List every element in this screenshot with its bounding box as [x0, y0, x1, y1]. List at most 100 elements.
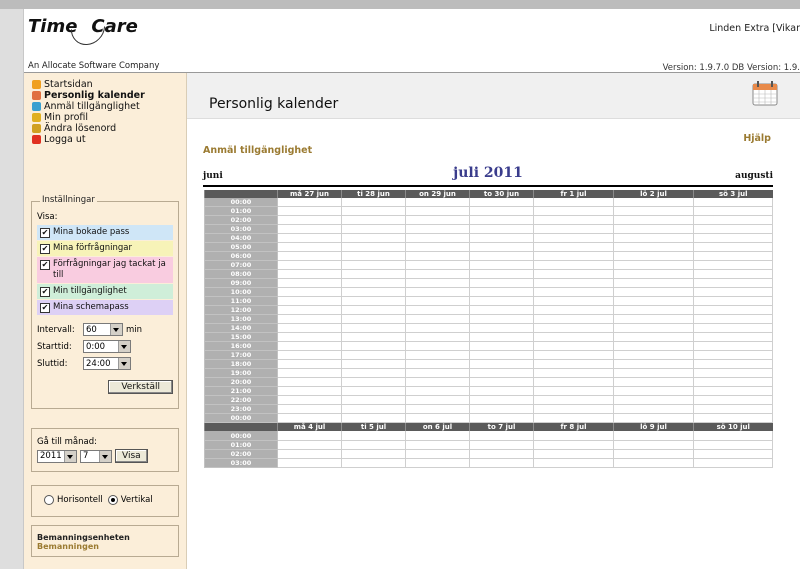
calendar-slot[interactable] — [341, 215, 406, 226]
calendar-slot[interactable] — [277, 386, 342, 397]
calendar-slot[interactable] — [533, 206, 614, 217]
calendar-slot[interactable] — [533, 449, 614, 459]
calendar-slot[interactable] — [693, 269, 773, 280]
calendar-slot[interactable] — [613, 233, 694, 244]
sidebar-item-5[interactable]: Logga ut — [32, 134, 145, 145]
calendar-slot[interactable] — [341, 332, 406, 343]
calendar-slot[interactable] — [277, 287, 342, 298]
calendar-slot[interactable] — [469, 413, 534, 424]
calendar-slot[interactable] — [469, 287, 534, 298]
calendar-slot[interactable] — [405, 323, 470, 334]
vertical-radio[interactable] — [107, 495, 118, 505]
calendar-slot[interactable] — [341, 458, 406, 468]
calendar-slot[interactable] — [693, 404, 773, 415]
calendar-slot[interactable] — [277, 278, 342, 289]
calendar-slot[interactable] — [277, 341, 342, 352]
calendar-slot[interactable] — [693, 431, 773, 441]
calendar-slot[interactable] — [469, 449, 534, 459]
calendar-slot[interactable] — [693, 305, 773, 316]
calendar-slot[interactable] — [277, 332, 342, 343]
sidebar-item-2[interactable]: Anmäl tillgänglighet — [32, 101, 145, 112]
calendar-slot[interactable] — [341, 377, 406, 388]
calendar-slot[interactable] — [693, 458, 773, 468]
calendar-slot[interactable] — [693, 377, 773, 388]
calendar-slot[interactable] — [469, 323, 534, 334]
calendar-slot[interactable] — [277, 359, 342, 370]
calendar-slot[interactable] — [469, 377, 534, 388]
calendar-slot[interactable] — [277, 368, 342, 379]
calendar-slot[interactable] — [341, 224, 406, 235]
calendar-slot[interactable] — [533, 198, 614, 208]
calendar-slot[interactable] — [469, 242, 534, 253]
calendar-slot[interactable] — [613, 404, 694, 415]
calendar-slot[interactable] — [613, 251, 694, 262]
calendar-slot[interactable] — [613, 215, 694, 226]
calendar-slot[interactable] — [341, 404, 406, 415]
calendar-slot[interactable] — [405, 260, 470, 271]
calendar-slot[interactable] — [613, 359, 694, 370]
calendar-slot[interactable] — [405, 431, 470, 441]
interval-select[interactable]: 60 — [83, 323, 123, 336]
calendar-slot[interactable] — [405, 251, 470, 262]
calendar-slot[interactable] — [613, 341, 694, 352]
calendar-slot[interactable] — [469, 233, 534, 244]
calendar-slot[interactable] — [469, 386, 534, 397]
calendar-slot[interactable] — [341, 305, 406, 316]
calendar-slot[interactable] — [533, 332, 614, 343]
calendar-slot[interactable] — [277, 449, 342, 459]
calendar-slot[interactable] — [405, 242, 470, 253]
calendar-slot[interactable] — [341, 233, 406, 244]
calendar-slot[interactable] — [613, 413, 694, 424]
calendar-slot[interactable] — [277, 404, 342, 415]
calendar-slot[interactable] — [277, 269, 342, 280]
calendar-slot[interactable] — [533, 359, 614, 370]
calendar-slot[interactable] — [693, 215, 773, 226]
calendar-slot[interactable] — [405, 305, 470, 316]
calendar-slot[interactable] — [693, 332, 773, 343]
calendar-slot[interactable] — [341, 206, 406, 217]
calendar-slot[interactable] — [693, 242, 773, 253]
month-select[interactable]: 7 — [80, 449, 112, 463]
calendar-slot[interactable] — [693, 314, 773, 325]
calendar-slot[interactable] — [405, 350, 470, 361]
calendar-slot[interactable] — [341, 269, 406, 280]
apply-button[interactable]: Verkställ — [108, 380, 173, 394]
calendar-slot[interactable] — [405, 413, 470, 424]
calendar-slot[interactable] — [469, 404, 534, 415]
calendar-slot[interactable] — [613, 440, 694, 450]
calendar-slot[interactable] — [693, 260, 773, 271]
calendar-slot[interactable] — [277, 206, 342, 217]
calendar-slot[interactable] — [533, 215, 614, 226]
calendar-slot[interactable] — [533, 278, 614, 289]
start-select[interactable]: 0:00 — [83, 340, 131, 353]
help-link[interactable]: Hjälp — [743, 133, 771, 144]
calendar-slot[interactable] — [693, 440, 773, 450]
calendar-slot[interactable] — [533, 431, 614, 441]
calendar-slot[interactable] — [469, 296, 534, 307]
calendar-slot[interactable] — [469, 305, 534, 316]
show-month-button[interactable]: Visa — [115, 449, 148, 463]
calendar-slot[interactable] — [613, 198, 694, 208]
calendar-slot[interactable] — [533, 269, 614, 280]
calendar-slot[interactable] — [277, 198, 342, 208]
calendar-slot[interactable] — [533, 296, 614, 307]
calendar-slot[interactable] — [405, 269, 470, 280]
calendar-slot[interactable] — [469, 206, 534, 217]
calendar-slot[interactable] — [277, 431, 342, 441]
calendar-slot[interactable] — [613, 332, 694, 343]
calendar-slot[interactable] — [533, 368, 614, 379]
next-month-link[interactable]: augusti — [735, 171, 773, 181]
calendar-slot[interactable] — [277, 377, 342, 388]
calendar-slot[interactable] — [469, 368, 534, 379]
calendar-slot[interactable] — [613, 296, 694, 307]
calendar-slot[interactable] — [277, 395, 342, 406]
calendar-slot[interactable] — [341, 359, 406, 370]
calendar-slot[interactable] — [693, 323, 773, 334]
calendar-slot[interactable] — [341, 242, 406, 253]
calendar-slot[interactable] — [277, 350, 342, 361]
calendar-slot[interactable] — [613, 350, 694, 361]
calendar-slot[interactable] — [341, 251, 406, 262]
calendar-slot[interactable] — [277, 242, 342, 253]
calendar-slot[interactable] — [613, 224, 694, 235]
calendar-slot[interactable] — [277, 314, 342, 325]
